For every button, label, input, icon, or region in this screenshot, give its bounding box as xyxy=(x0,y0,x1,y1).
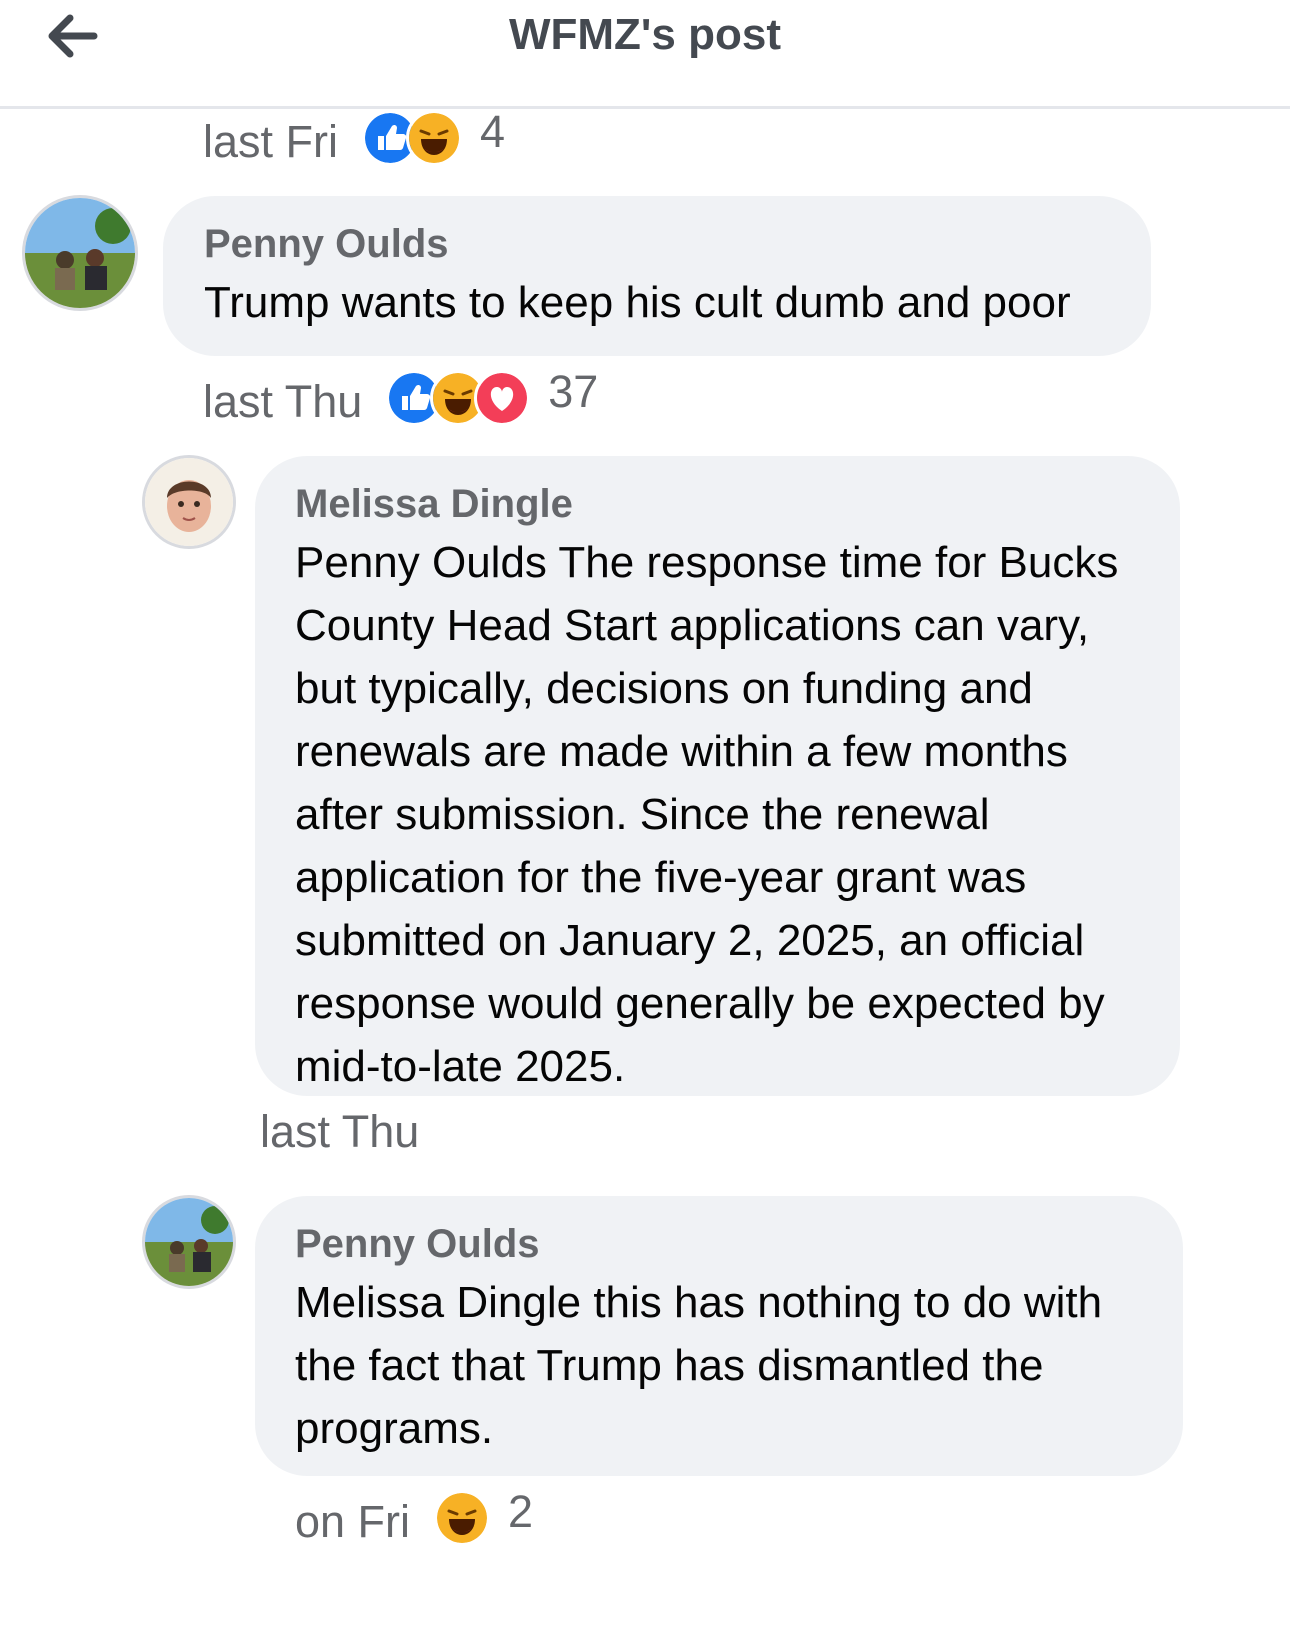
comment-bubble[interactable]: Penny Oulds Trump wants to keep his cult… xyxy=(163,196,1151,356)
avatar[interactable] xyxy=(25,198,135,308)
reaction-summary[interactable] xyxy=(434,1490,491,1546)
comment-text: Melissa Dingle this has nothing to do wi… xyxy=(295,1278,1103,1453)
comment-meta: last Fri 4 xyxy=(203,109,505,168)
comment-timestamp[interactable]: last Thu xyxy=(260,1106,419,1158)
reaction-count[interactable]: 2 xyxy=(508,1489,533,1534)
comment-timestamp[interactable]: last Fri xyxy=(203,116,338,168)
haha-reaction-icon xyxy=(406,110,462,166)
haha-reaction-icon xyxy=(434,1490,491,1546)
avatar[interactable] xyxy=(145,1198,233,1286)
reaction-summary[interactable] xyxy=(362,110,462,166)
comment-bubble[interactable]: Penny Oulds Melissa Dingle this has noth… xyxy=(255,1196,1183,1476)
avatar-photo xyxy=(145,1198,233,1286)
comment-author[interactable]: Penny Oulds xyxy=(295,1222,1147,1267)
comment-author[interactable]: Penny Oulds xyxy=(204,222,1151,267)
comment-bubble[interactable]: Melissa Dingle Penny Oulds The response … xyxy=(255,456,1180,1096)
avatar-photo xyxy=(25,198,135,308)
comment-meta: last Thu 37 xyxy=(203,369,598,428)
comment-meta: last Thu xyxy=(260,1106,419,1158)
top-bar: WFMZ's post xyxy=(0,0,1290,109)
reaction-count[interactable]: 4 xyxy=(480,109,505,154)
page-title: WFMZ's post xyxy=(509,10,781,59)
reaction-summary[interactable] xyxy=(386,370,531,426)
reaction-count[interactable]: 37 xyxy=(548,369,598,414)
comment-text: Trump wants to keep his cult dumb and po… xyxy=(204,278,1071,327)
avatar[interactable] xyxy=(145,458,233,546)
love-reaction-icon xyxy=(474,370,531,426)
avatar-photo xyxy=(145,458,233,546)
comment-text: Penny Oulds The response time for Bucks … xyxy=(295,538,1119,1091)
comment-meta: on Fri 2 xyxy=(295,1489,533,1548)
comment-timestamp[interactable]: last Thu xyxy=(203,376,362,428)
comment-timestamp[interactable]: on Fri xyxy=(295,1496,410,1548)
comment-author[interactable]: Melissa Dingle xyxy=(295,482,1144,527)
